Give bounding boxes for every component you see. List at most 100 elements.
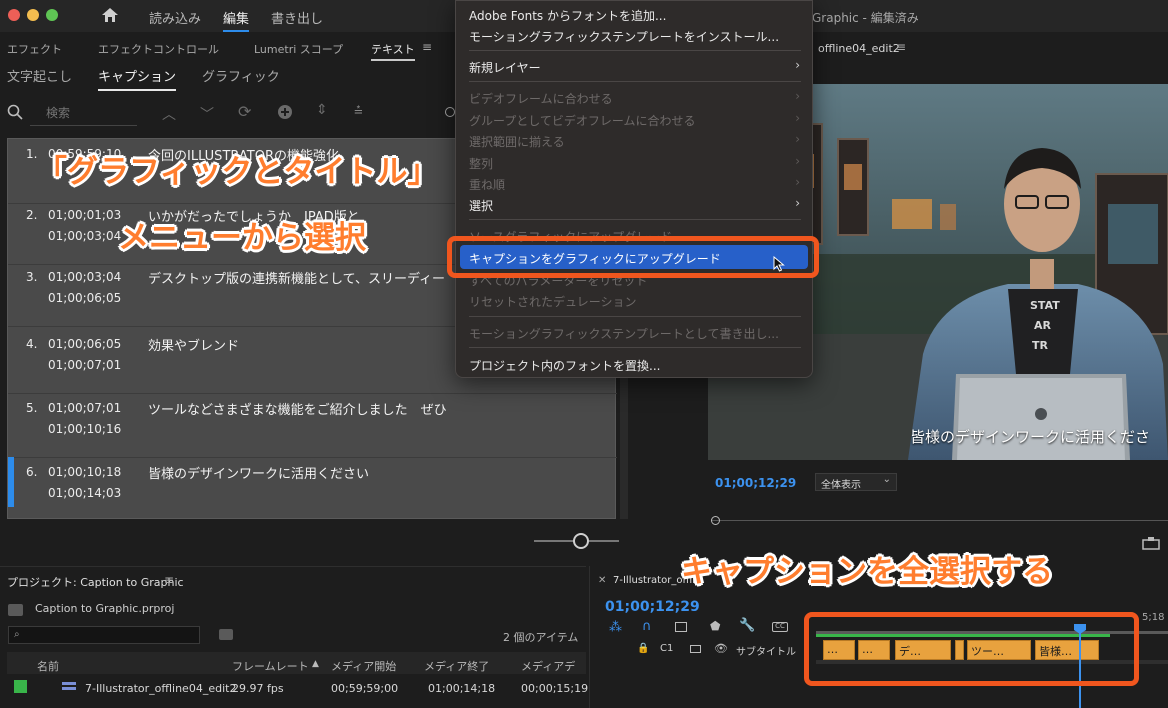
caption-text[interactable]: デスクトップ版の連携新機能として、スリーディー (148, 268, 445, 287)
linked-selection-icon[interactable]: ∩ (642, 619, 652, 634)
zoom-slider-track[interactable] (534, 540, 574, 542)
project-item-count: 2 個のアイテム (503, 631, 579, 644)
snap-icon[interactable]: ⁂ (609, 620, 622, 635)
caption-text[interactable]: ツールなどさまざまな機能をご紹介しました ぜひ (148, 399, 447, 418)
column-media-end[interactable]: メディア終了 (424, 658, 489, 674)
search-icon (7, 104, 23, 123)
eye-icon[interactable]: 👁 (714, 642, 728, 655)
project-file-name: Caption to Graphic.prproj (35, 602, 175, 615)
folder-icon (8, 604, 23, 616)
caption-out-time[interactable]: 01;00;06;05 (48, 291, 121, 305)
project-search-input[interactable]: ⌕ (8, 626, 200, 644)
program-playhead[interactable] (711, 516, 720, 525)
caption-in-time[interactable]: 01;00;07;01 (48, 401, 121, 415)
chevron-down-icon[interactable]: ﹀ (200, 104, 214, 124)
menu-item-new-layer[interactable]: 新規レイヤー (469, 59, 541, 76)
track-label: サブタイトル (736, 647, 796, 658)
track-id[interactable]: C1 (660, 643, 673, 654)
tab-lumetri-scopes[interactable]: Lumetri スコープ (254, 41, 343, 57)
zoom-dropdown[interactable]: 全体表示 ⌄ (815, 473, 897, 491)
tab-text[interactable]: テキスト (371, 41, 415, 61)
merge-captions-icon[interactable]: ⩮ (354, 101, 363, 119)
project-panel-title[interactable]: プロジェクト: Caption to Graphic (7, 574, 184, 590)
project-row-duration: 00;00;15;19 (521, 682, 589, 695)
label-color-swatch[interactable] (14, 680, 27, 693)
add-caption-icon[interactable] (277, 104, 293, 123)
project-menu-icon[interactable]: ≡ (164, 573, 174, 587)
caption-out-time[interactable]: 01;00;07;01 (48, 358, 121, 372)
menu-item-replace-fonts[interactable]: プロジェクト内のフォントを置換... (469, 357, 660, 374)
svg-text:AR: AR (1034, 319, 1052, 332)
home-icon[interactable] (101, 7, 119, 26)
chevron-right-icon: › (795, 154, 800, 168)
split-caption-icon[interactable]: ⇕ (316, 102, 328, 118)
search-icon: ⌕ (14, 629, 20, 640)
add-marker-icon[interactable]: ⬟ (710, 619, 720, 633)
column-media-start[interactable]: メディア開始 (331, 658, 396, 674)
close-icon[interactable]: ✕ (598, 575, 606, 586)
program-scrub-bar[interactable] (711, 520, 1168, 521)
menu-separator (469, 316, 801, 317)
search-input[interactable] (30, 100, 137, 126)
lock-icon[interactable]: 🔒 (637, 643, 649, 654)
menu-item-select[interactable]: 選択 (469, 197, 493, 214)
tab-transcript[interactable]: 文字起こし (7, 66, 72, 85)
column-frame-rate[interactable]: フレームレート (232, 658, 309, 674)
caption-row-selected[interactable]: 6. 01;00;10;18 01;00;14;03 皆様のデザインワークに活用… (8, 457, 617, 522)
captions-cc-icon[interactable]: CC (772, 622, 788, 632)
zoom-slider-track-right[interactable] (589, 540, 619, 542)
panel-menu-icon[interactable]: ≡ (422, 40, 432, 54)
caption-out-time[interactable]: 01;00;10;16 (48, 422, 121, 436)
nav-export[interactable]: 書き出し (271, 8, 323, 27)
svg-text:TR: TR (1032, 339, 1049, 352)
caption-text[interactable]: 効果やブレンド (148, 335, 239, 354)
replace-icon[interactable]: ⟳ (238, 102, 251, 121)
column-name[interactable]: 名前 (37, 658, 59, 674)
chevron-up-icon[interactable]: ︿ (162, 104, 176, 124)
menu-item-add-adobe-fonts[interactable]: Adobe Fonts からフォントを追加... (469, 7, 666, 24)
caption-out-time[interactable]: 01;00;14;03 (48, 486, 121, 500)
caption-in-time[interactable]: 01;00;06;05 (48, 337, 121, 351)
sort-ascending-icon[interactable]: ▲ (312, 659, 319, 669)
tab-graphics[interactable]: グラフィック (202, 66, 280, 85)
program-menu-icon[interactable]: ≡ (896, 40, 906, 54)
nav-import[interactable]: 読み込み (149, 8, 201, 27)
caption-number: 6. (26, 465, 38, 479)
project-row-start: 00;59;59;00 (331, 682, 399, 695)
window-title: Graphic - 編集済み (812, 11, 919, 25)
close-window-button[interactable] (8, 9, 20, 21)
caption-row[interactable]: 5. 01;00;07;01 01;00;10;16 ツールなどさまざまな機能を… (8, 393, 617, 458)
tab-effect-controls[interactable]: エフェクトコントロール (98, 41, 219, 57)
caption-in-time[interactable]: 01;00;03;04 (48, 270, 121, 284)
tab-captions[interactable]: キャプション (98, 66, 177, 91)
menu-item-reset-duration: リセットされたデュレーション (469, 295, 637, 309)
caption-text[interactable]: 皆様のデザインワークに活用ください (148, 463, 369, 482)
caption-out-time[interactable]: 01;00;03;04 (48, 229, 121, 243)
caption-number: 2. (26, 208, 38, 222)
export-frame-icon[interactable] (1142, 536, 1160, 553)
new-bin-icon[interactable] (219, 629, 233, 640)
track-output-icon[interactable] (690, 645, 701, 653)
annotation-menu-title: 「グラフィックとタイトル」 (36, 154, 439, 190)
column-media-duration[interactable]: メディアデ (521, 658, 575, 674)
zoom-dropdown-value: 全体表示 (821, 480, 861, 491)
zoom-window-button[interactable] (46, 9, 58, 21)
caption-in-time[interactable]: 01;00;10;18 (48, 465, 121, 479)
program-timecode[interactable]: 01;00;12;29 (715, 476, 796, 490)
search-right-icon[interactable] (445, 107, 455, 117)
tab-effects[interactable]: エフェクト (7, 41, 62, 57)
caption-in-time[interactable]: 01;00;01;03 (48, 208, 121, 222)
project-row-end: 01;00;14;18 (428, 682, 496, 695)
zoom-slider-handle[interactable] (573, 533, 589, 549)
project-row-name[interactable]: 7-Illustrator_offline04_edit2 (85, 682, 236, 695)
wrench-icon[interactable]: 🔧 (739, 618, 755, 633)
menu-item-fit-video-frame: ビデオフレームに合わせる (469, 92, 613, 106)
program-sequence-tab[interactable]: offline04_edit2 (818, 42, 900, 55)
minimize-window-button[interactable] (27, 9, 39, 21)
nav-edit[interactable]: 編集 (223, 8, 250, 32)
insert-edit-icon[interactable] (675, 622, 687, 632)
menu-item-install-mogrt[interactable]: モーショングラフィックステンプレートをインストール... (469, 28, 779, 45)
caption-number: 4. (26, 337, 38, 351)
menu-item-arrange: 重ね順 (469, 178, 506, 192)
timeline-timecode[interactable]: 01;00;12;29 (605, 599, 700, 615)
